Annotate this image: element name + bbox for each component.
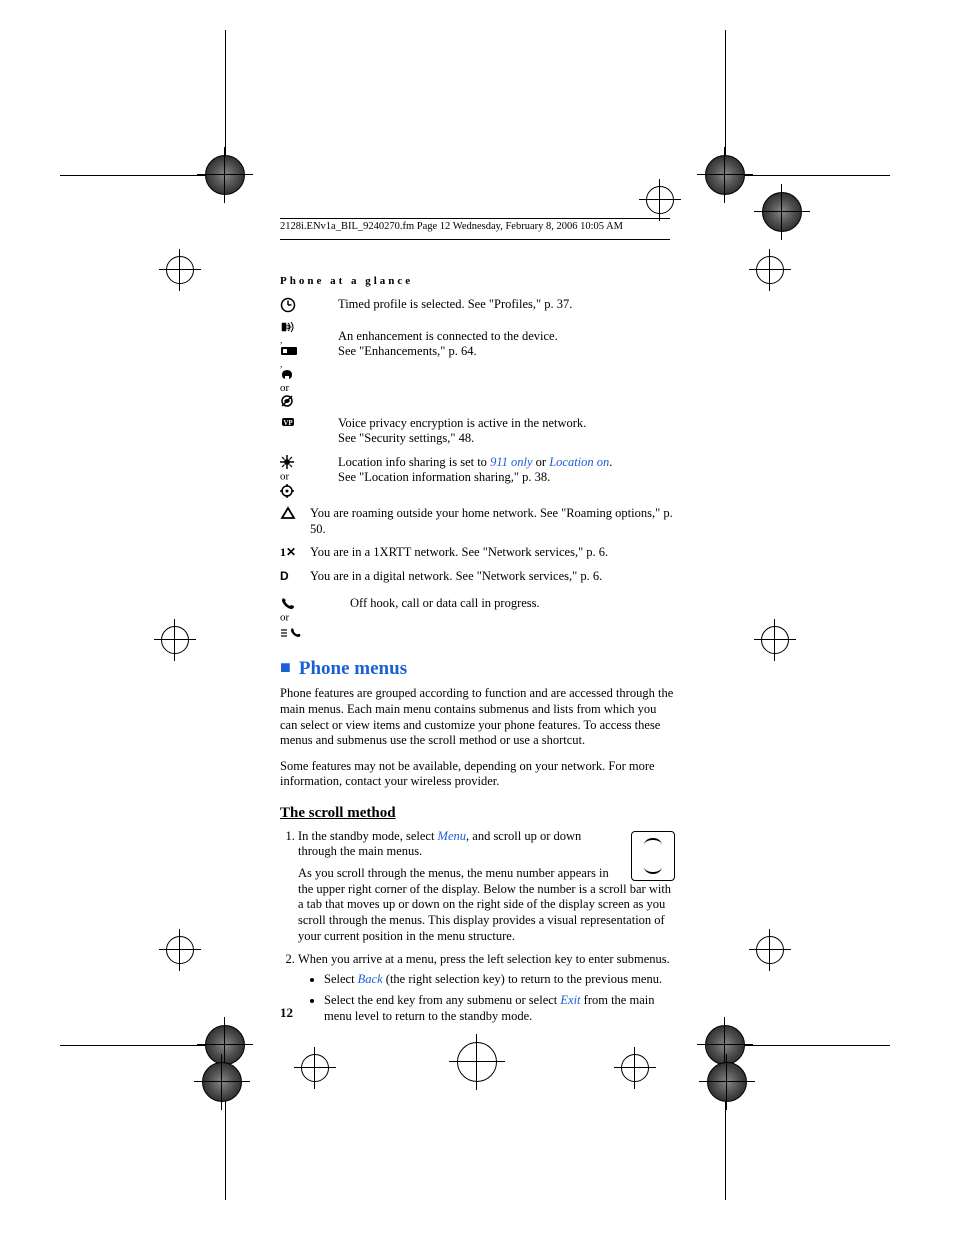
or-label: or — [280, 612, 289, 624]
enhancement-icons: , , or — [280, 321, 338, 408]
reg-mark-icon — [760, 625, 790, 655]
location-text-2: See "Location information sharing," p. 3… — [338, 470, 675, 486]
back-link: Back — [358, 972, 383, 986]
location-icons: or — [280, 455, 338, 498]
reg-mark-icon — [755, 255, 785, 285]
reg-mark-icon — [165, 255, 195, 285]
paragraph-2: Some features may not be available, depe… — [280, 759, 675, 790]
clock-icon — [280, 297, 338, 313]
digital-icon: D — [280, 569, 310, 584]
enhancement-text-1: An enhancement is connected to the devic… — [338, 329, 675, 345]
reg-mark-icon — [203, 153, 247, 197]
timed-profile-text: Timed profile is selected. See "Profiles… — [338, 297, 675, 313]
or-label: or — [280, 470, 289, 482]
reg-mark-icon — [760, 190, 804, 234]
header-text: 2128i.ENv1a_BIL_9240270.fm Page 12 Wedne… — [280, 221, 623, 232]
phone-menus-heading: ■Phone menus — [280, 656, 675, 681]
square-bullet-icon: ■ — [280, 657, 291, 677]
exit-link: Exit — [560, 993, 580, 1007]
digital-text: You are in a digital network. See "Netwo… — [310, 569, 675, 585]
step-1-sub: As you scroll through the menus, the men… — [298, 866, 675, 944]
menu-link: Menu — [438, 829, 466, 843]
voice-privacy-text-1: Voice privacy encryption is active in th… — [338, 416, 675, 432]
page-content: Phone at a glance Timed profile is selec… — [280, 275, 675, 1033]
reg-mark-icon — [703, 153, 747, 197]
step-1: In the standby mode, select Menu, and sc… — [298, 829, 675, 944]
location-on-link: Location on — [549, 455, 609, 469]
reg-mark-icon — [455, 1040, 499, 1084]
911-only-link: 911 only — [490, 455, 532, 469]
offhook-text: Off hook, call or data call in progress. — [350, 596, 675, 612]
reg-mark-icon — [755, 935, 785, 965]
svg-text:VP: VP — [283, 419, 293, 427]
paragraph-1: Phone features are grouped according to … — [280, 686, 675, 749]
scroll-key-icon — [631, 831, 675, 881]
page-header: 2128i.ENv1a_BIL_9240270.fm Page 12 Wedne… — [280, 218, 670, 240]
reg-mark-icon — [620, 1053, 650, 1083]
reg-mark-icon — [200, 1060, 244, 1104]
reg-mark-icon — [705, 1060, 749, 1104]
or-label: or — [280, 382, 289, 394]
reg-mark-icon — [160, 625, 190, 655]
reg-mark-icon — [300, 1053, 330, 1083]
section-title: Phone at a glance — [280, 275, 675, 289]
offhook-icons: or — [280, 596, 350, 637]
enhancement-text-2: See "Enhancements," p. 64. — [338, 344, 675, 360]
roaming-text: You are roaming outside your home networ… — [310, 506, 675, 537]
reg-mark-icon — [645, 185, 675, 215]
step-2: When you arrive at a menu, press the lef… — [298, 952, 675, 1025]
1xrtt-text: You are in a 1XRTT network. See "Network… — [310, 545, 675, 561]
reg-mark-icon — [165, 935, 195, 965]
scroll-method-heading: The scroll method — [280, 804, 675, 823]
1xrtt-icon: 1✕ — [280, 545, 310, 560]
voice-privacy-icon: VP — [280, 416, 338, 428]
bullet-2: Select the end key from any submenu or s… — [324, 993, 675, 1024]
location-text-1: Location info sharing is set to 911 only… — [338, 455, 675, 471]
page-number: 12 — [280, 1005, 293, 1021]
roaming-icon — [280, 506, 310, 520]
bullet-1: Select Back (the right selection key) to… — [324, 972, 675, 988]
voice-privacy-text-2: See "Security settings," 48. — [338, 431, 675, 447]
